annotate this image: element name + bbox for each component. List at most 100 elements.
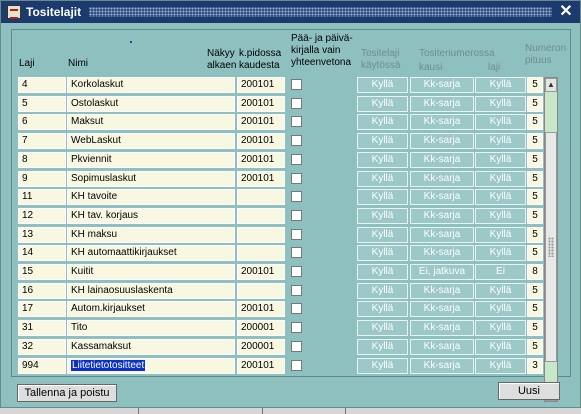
cell-alkaen[interactable] [237, 245, 285, 262]
cell-laji[interactable]: 994 [18, 357, 66, 374]
cell-pituus[interactable]: 5 [527, 226, 543, 243]
cell-pituus[interactable]: 5 [527, 114, 543, 131]
cell-nimi[interactable]: KH maksu [67, 226, 235, 243]
cell-alkaen[interactable] [237, 282, 285, 299]
cell-nimi[interactable]: Sopimuslaskut [67, 170, 235, 187]
cell-alkaen[interactable] [237, 226, 285, 243]
summary-only-checkbox[interactable] [291, 135, 302, 147]
cell-laji[interactable]: 12 [18, 207, 66, 224]
cell-nimi[interactable]: Kassamaksut [67, 338, 235, 355]
cell-pituus[interactable]: 5 [527, 245, 543, 262]
cell-lajiflag: Kyllä [475, 95, 526, 112]
save-and-exit-button[interactable]: Tallenna ja poistu [17, 384, 117, 402]
cell-laji[interactable]: 32 [18, 338, 66, 355]
cell-laji[interactable]: 15 [18, 264, 66, 280]
summary-only-checkbox[interactable] [291, 172, 302, 184]
summary-only-checkbox[interactable] [291, 266, 302, 277]
summary-only-checkbox[interactable] [291, 191, 302, 203]
cell-nimi[interactable]: Kuitit [67, 264, 235, 280]
cell-laji[interactable]: 8 [18, 151, 66, 168]
cell-laji[interactable]: 16 [18, 282, 66, 299]
cell-alkaen[interactable]: 200101 [237, 170, 285, 187]
cell-laji[interactable]: 11 [18, 189, 66, 206]
title-bar[interactable]: Tositelajit ✕ [1, 1, 580, 23]
cell-pituus[interactable]: 5 [527, 282, 543, 299]
cell-nimi[interactable]: KH lainaosuuslaskenta [67, 282, 235, 299]
summary-only-checkbox[interactable] [291, 116, 302, 128]
cell-pituus[interactable]: 8 [527, 264, 543, 280]
cell-alkaen[interactable]: 200101 [237, 357, 285, 374]
cell-pituus[interactable]: 5 [527, 189, 543, 206]
cell-nimi[interactable]: KH automaattikirjaukset [67, 245, 235, 262]
cell-pituus[interactable]: 5 [527, 95, 543, 112]
cell-alkaen[interactable]: 200101 [237, 95, 285, 112]
cell-kausi: Kk-sarja [410, 114, 474, 131]
cell-lajiflag: Kyllä [475, 226, 526, 243]
close-icon[interactable]: ✕ [558, 3, 574, 21]
cell-pituus[interactable]: 5 [527, 151, 543, 168]
cell-nimi[interactable]: KH tav. korjaus [67, 207, 235, 224]
cell-laji[interactable]: 9 [18, 170, 66, 187]
cell-alkaen[interactable]: 200101 [237, 264, 285, 280]
selected-text[interactable]: Liitetietotositteet [71, 359, 146, 371]
cell-nimi[interactable]: Liitetietotositteet [67, 357, 235, 374]
cell-alkaen[interactable]: 200101 [237, 301, 285, 318]
cell-alkaen[interactable]: 200101 [237, 77, 285, 93]
cell-nimi[interactable]: Pkviennit [67, 151, 235, 168]
summary-only-checkbox[interactable] [291, 303, 302, 315]
cell-nimi[interactable]: Autom.kirjaukset [67, 301, 235, 318]
cell-nimi[interactable]: Tito [67, 320, 235, 337]
cell-alkaen[interactable]: 200101 [237, 151, 285, 168]
summary-only-checkbox[interactable] [291, 228, 302, 240]
cell-laji[interactable]: 7 [18, 133, 66, 150]
cell-nimi[interactable]: Maksut [67, 114, 235, 131]
cell-pituus[interactable]: 5 [527, 301, 543, 318]
summary-only-checkbox[interactable] [291, 79, 302, 90]
cell-nimi[interactable]: WebLaskut [67, 133, 235, 150]
cell-alkaen[interactable]: 200001 [237, 338, 285, 355]
cell-laji[interactable]: 14 [18, 245, 66, 262]
scroll-up-icon[interactable]: ▲ [545, 78, 557, 92]
summary-only-checkbox[interactable] [291, 340, 302, 352]
cell-kaytossa: Kyllä [357, 207, 408, 224]
summary-only-checkbox[interactable] [291, 97, 302, 109]
new-button[interactable]: Uusi [498, 382, 560, 400]
cell-nimi[interactable]: KH tavoite [67, 189, 235, 206]
cell-kausi: Kk-sarja [410, 320, 474, 337]
cell-pituus[interactable]: 5 [527, 77, 543, 93]
cell-pituus[interactable]: 5 [527, 338, 543, 355]
cell-kaytossa: Kyllä [357, 320, 408, 337]
cell-pituus[interactable]: 5 [527, 133, 543, 150]
summary-only-checkbox[interactable] [291, 284, 302, 296]
cell-pituus[interactable]: 5 [527, 170, 543, 187]
summary-only-checkbox[interactable] [291, 359, 302, 371]
summary-only-checkbox[interactable] [291, 247, 302, 259]
cell-alkaen[interactable]: 200001 [237, 320, 285, 337]
cell-pituus[interactable]: 5 [527, 207, 543, 224]
cell-pituus[interactable]: 5 [527, 320, 543, 337]
summary-only-checkbox[interactable] [291, 209, 302, 221]
app-icon[interactable] [7, 5, 21, 19]
cell-laji[interactable]: 31 [18, 320, 66, 337]
cell-nimi[interactable]: Ostolaskut [67, 95, 235, 112]
cell-alkaen[interactable]: 200101 [237, 133, 285, 150]
cell-laji[interactable]: 5 [18, 95, 66, 112]
cell-laji[interactable]: 13 [18, 226, 66, 243]
cell-kaytossa: Kyllä [357, 77, 408, 93]
cell-lajiflag: Kyllä [475, 245, 526, 262]
summary-only-checkbox[interactable] [291, 322, 302, 334]
cell-nimi[interactable]: Korkolaskut [67, 77, 235, 93]
cell-kausi: Kk-sarja [410, 170, 474, 187]
vertical-scrollbar[interactable]: ▲ ▼ [544, 77, 558, 402]
cell-alkaen[interactable] [237, 189, 285, 206]
cell-laji[interactable]: 17 [18, 301, 66, 318]
summary-only-checkbox[interactable] [291, 153, 302, 165]
scroll-thumb[interactable] [545, 132, 557, 362]
cell-kaytossa: Kyllä [357, 245, 408, 262]
cell-alkaen[interactable]: 200101 [237, 114, 285, 131]
title-bar-grip [89, 7, 552, 17]
cell-laji[interactable]: 4 [18, 77, 66, 93]
cell-alkaen[interactable] [237, 207, 285, 224]
cell-laji[interactable]: 6 [18, 114, 66, 131]
cell-pituus[interactable]: 3 [527, 357, 543, 374]
